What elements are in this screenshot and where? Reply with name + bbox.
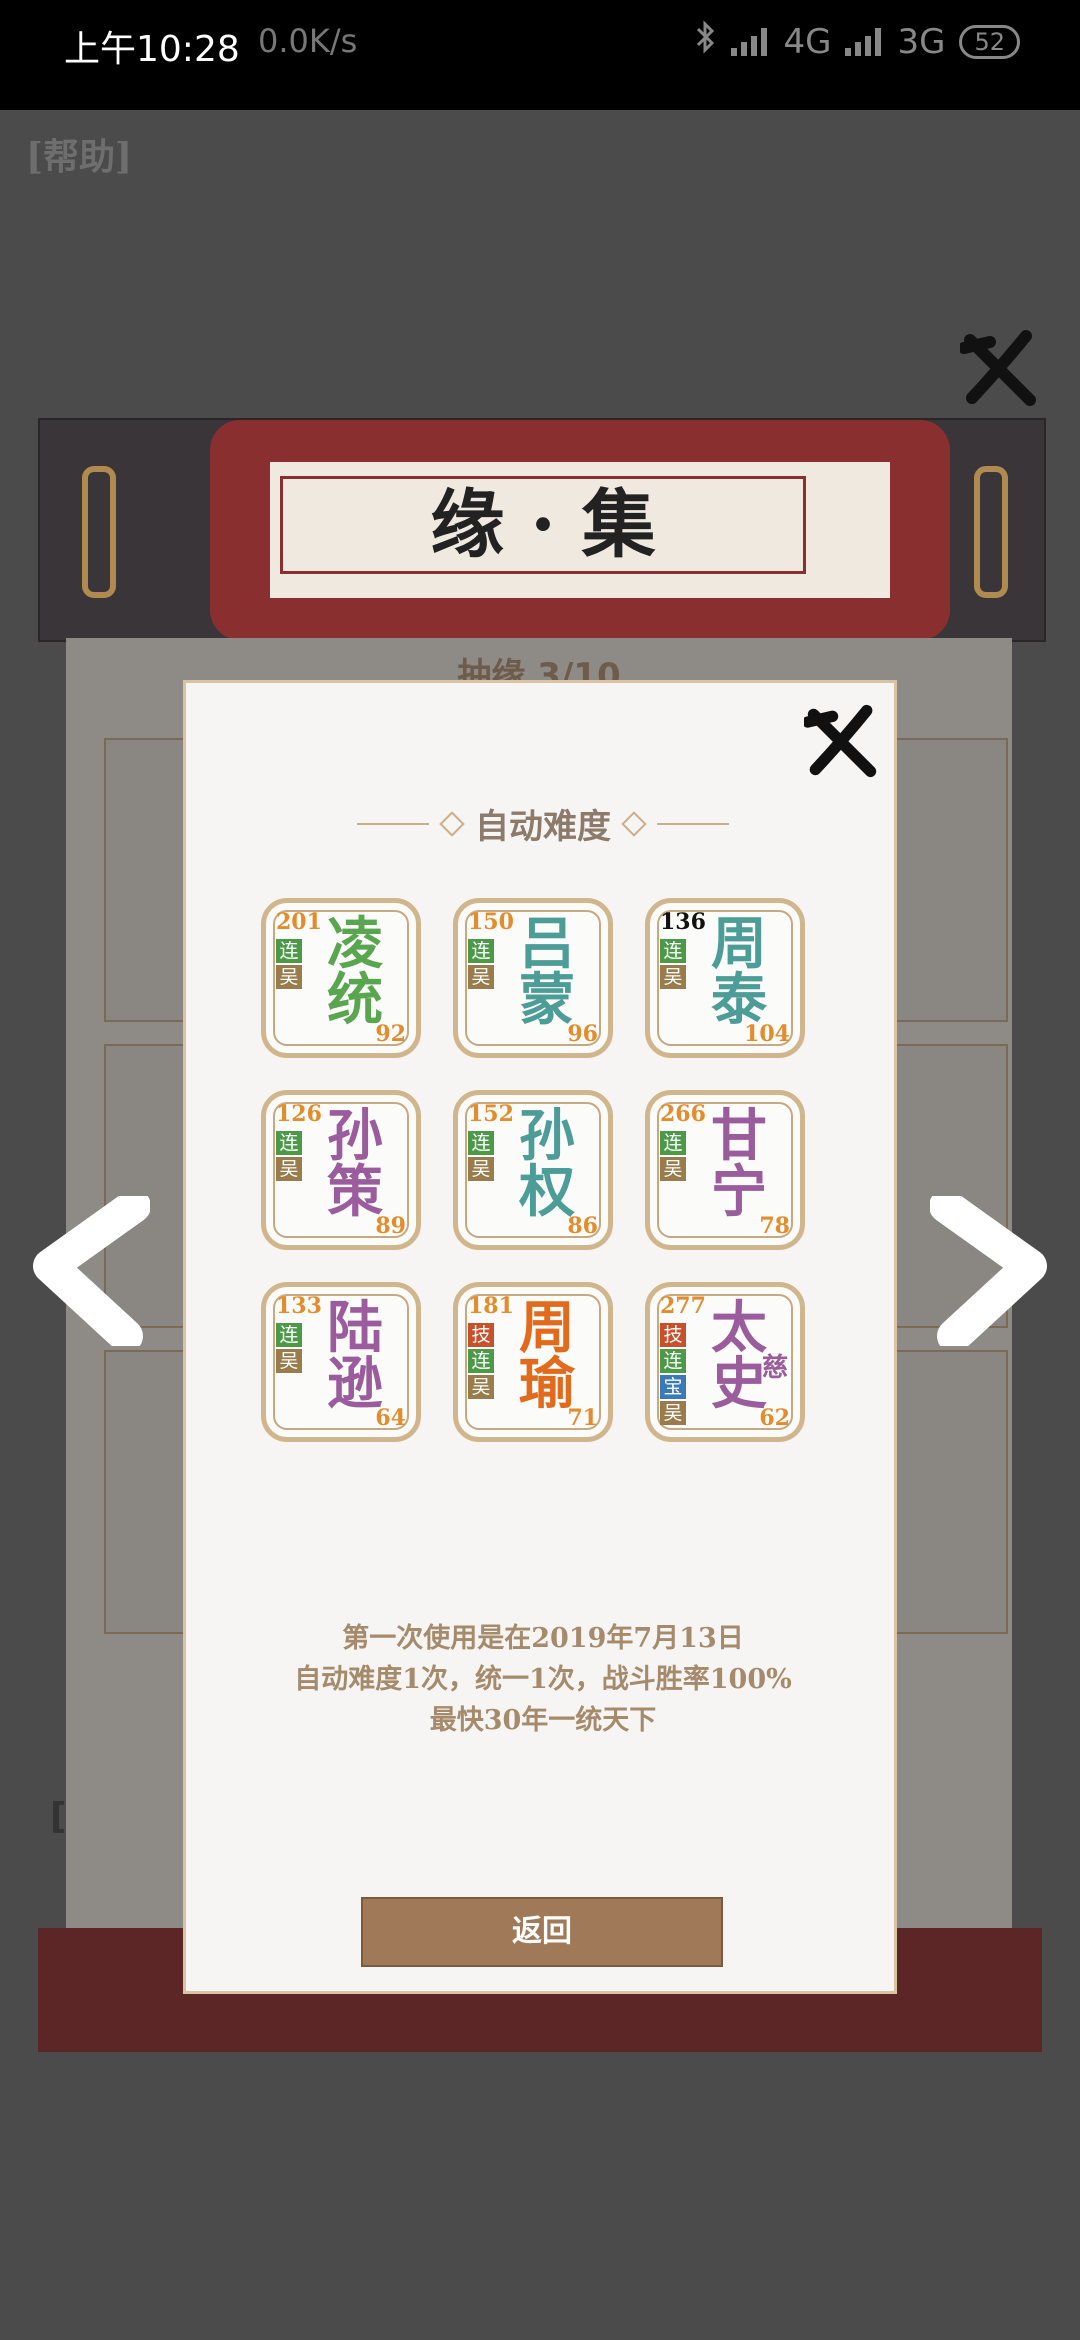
general-card[interactable]: 136 连吴周泰 104	[645, 898, 805, 1058]
card-tags: 连吴	[660, 1131, 686, 1181]
card-tag: 技	[660, 1323, 686, 1347]
card-tags: 连吴	[276, 1131, 302, 1181]
info-stats: 自动难度1次，统一1次，战斗胜率100%	[294, 1664, 792, 1695]
general-card[interactable]: 150 连吴吕蒙 96	[453, 898, 613, 1058]
card-power: 64	[375, 1405, 406, 1431]
name-char-1: 甘	[711, 1104, 767, 1169]
card-tag: 连	[468, 1349, 494, 1373]
card-tag: 吴	[468, 1157, 494, 1181]
card-tags: 技连宝吴	[660, 1323, 686, 1425]
card-power: 104	[744, 1021, 790, 1047]
card-general-name: 陆逊	[310, 1301, 400, 1413]
card-general-name: 吕蒙	[502, 917, 592, 1029]
general-card[interactable]: 277 技连宝吴太史慈 62	[645, 1282, 805, 1442]
back-button[interactable]: 返回	[361, 1897, 723, 1967]
signal-icon	[731, 27, 769, 56]
help-link[interactable]: [帮助]	[26, 128, 132, 180]
info-first-use: 第一次使用是在2019年7月13日	[342, 1623, 744, 1654]
card-general-name: 周泰	[694, 917, 784, 1029]
diamond-ornament-icon	[439, 810, 465, 837]
auto-difficulty-dialog: 自动难度 201 连吴凌统 92 150 连吴吕蒙 96 136 连吴周泰 104 126 连吴孙策…	[183, 680, 897, 1994]
network-type-2: 3G	[897, 21, 946, 62]
divider	[657, 822, 729, 825]
back-button-label: 返回	[512, 1914, 572, 1949]
card-general-name: 周瑜	[502, 1301, 592, 1413]
general-card-grid: 201 连吴凌统 92 150 连吴吕蒙 96 136 连吴周泰 104 126 连吴孙策 89 152…	[261, 898, 825, 1488]
background-bracket: [	[50, 1796, 67, 1837]
card-extra-char: 慈	[761, 1353, 788, 1383]
card-general-name: 孙策	[310, 1109, 400, 1221]
card-power: 92	[375, 1021, 406, 1047]
close-x-icon[interactable]	[802, 703, 880, 779]
network-type-1: 4G	[783, 21, 832, 62]
name-char-1: 吕	[519, 912, 575, 977]
card-tags: 连吴	[468, 1131, 494, 1181]
card-tag: 吴	[276, 1349, 302, 1373]
card-tag: 连	[660, 939, 686, 963]
name-char-1: 孙	[327, 1104, 383, 1169]
general-card[interactable]: 201 连吴凌统 92	[261, 898, 421, 1058]
scroll-ring-left	[82, 466, 116, 598]
card-power: 96	[567, 1021, 598, 1047]
card-tag: 连	[660, 1349, 686, 1373]
signal-icon	[845, 27, 883, 56]
usage-info: 第一次使用是在2019年7月13日 自动难度1次，统一1次，战斗胜率100% 最…	[186, 1618, 900, 1741]
banner-title: 缘 · 集	[280, 476, 806, 574]
card-tag: 连	[468, 1131, 494, 1155]
card-tags: 技连吴	[468, 1323, 494, 1399]
card-tag: 吴	[660, 1157, 686, 1181]
status-icons: 4G 3G 52	[695, 20, 1020, 63]
card-tag: 吴	[468, 1375, 494, 1399]
name-char-1: 凌	[327, 912, 383, 977]
status-time: 上午10:28	[64, 29, 240, 70]
card-tag: 吴	[660, 965, 686, 989]
name-char-1: 陆	[327, 1296, 383, 1361]
card-general-name: 甘宁	[694, 1109, 784, 1221]
card-tags: 连吴	[468, 939, 494, 989]
card-tag: 吴	[660, 1401, 686, 1425]
card-general-name: 凌统	[310, 917, 400, 1029]
name-char-1: 周	[711, 912, 767, 977]
general-card[interactable]: 181 技连吴周瑜 71	[453, 1282, 613, 1442]
card-tag: 技	[468, 1323, 494, 1347]
left-arrow-icon[interactable]	[30, 1189, 151, 1353]
card-tag: 连	[468, 939, 494, 963]
card-general-name: 孙权	[502, 1109, 592, 1221]
general-card[interactable]: 152 连吴孙权 86	[453, 1090, 613, 1250]
dialog-title: 自动难度	[475, 807, 611, 847]
card-tags: 连吴	[276, 1323, 302, 1373]
general-card[interactable]: 133 连吴陆逊 64	[261, 1282, 421, 1442]
card-tag: 吴	[276, 965, 302, 989]
card-power: 62	[759, 1405, 790, 1431]
card-tag: 连	[276, 1323, 302, 1347]
card-power: 78	[759, 1213, 790, 1239]
close-x-icon[interactable]	[958, 328, 1040, 408]
card-tag: 吴	[276, 1157, 302, 1181]
name-char-1: 孙	[519, 1104, 575, 1169]
card-tag: 连	[276, 1131, 302, 1155]
card-tag: 连	[276, 939, 302, 963]
card-tags: 连吴	[660, 939, 686, 989]
diamond-ornament-icon	[621, 810, 647, 837]
card-power: 89	[375, 1213, 406, 1239]
battery-indicator: 52	[959, 24, 1020, 59]
general-card[interactable]: 126 连吴孙策 89	[261, 1090, 421, 1250]
general-card[interactable]: 266 连吴甘宁 78	[645, 1090, 805, 1250]
card-power: 71	[567, 1405, 598, 1431]
right-arrow-icon[interactable]	[929, 1189, 1050, 1353]
scroll-ring-right	[974, 466, 1008, 598]
status-bar: 上午10:28 0.0K/s 4G 3G 52	[0, 0, 1080, 110]
bluetooth-icon	[695, 20, 717, 63]
network-speed: 0.0K/s	[258, 22, 358, 60]
card-power: 86	[567, 1213, 598, 1239]
divider	[357, 822, 429, 825]
card-tag: 宝	[660, 1375, 686, 1399]
card-tag: 吴	[468, 965, 494, 989]
name-char-1: 周	[519, 1296, 575, 1361]
dialog-header: 自动难度	[186, 799, 900, 848]
info-fastest: 最快30年一统天下	[429, 1705, 657, 1736]
card-tag: 连	[660, 1131, 686, 1155]
card-tags: 连吴	[276, 939, 302, 989]
